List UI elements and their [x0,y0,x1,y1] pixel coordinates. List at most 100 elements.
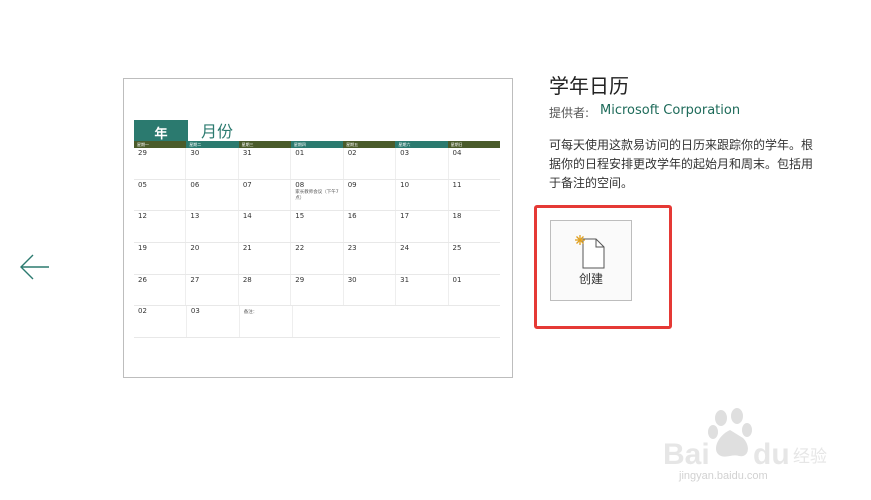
calendar-day-cell: 01 [449,275,500,306]
calendar-week-row: 02 03 备注： [134,306,500,339]
calendar-day-cell: 24 [396,243,449,274]
weekday-header: 星期三 [238,141,291,148]
new-document-icon [574,234,608,270]
calendar-day-cell: 09 [344,179,397,211]
calendar-day-number: 19 [138,244,147,253]
weekday-header: 星期二 [186,141,239,148]
provider-name: Microsoft Corporation [600,103,741,118]
create-button-label: 创建 [578,272,603,286]
calendar-event-note: 家长教师会议（下午7点） [295,189,339,201]
calendar-week-row: 26 27 28 29 30 31 01 [134,274,500,307]
calendar-day-cell: 25 [449,243,500,274]
calendar-day-number: 31 [400,275,410,284]
calendar-day-cell: 31 [396,274,449,306]
weekday-header: 星期四 [290,141,344,148]
template-preview: 年 月份 星期一 星期二 星期三 星期四 星期五 星期六 星期日 29 30 31 01 02 03 0… [123,78,513,378]
calendar-day-cell: 15 [291,211,344,243]
calendar-day-cell: 31 [239,148,292,179]
baidu-logo-icon: Bai du 经验 [661,408,831,471]
calendar-day-cell: 02 [344,148,397,179]
calendar-day-number: 21 [242,244,252,253]
calendar-day-number: 02 [138,307,147,316]
calendar-day-number: 18 [452,212,462,221]
calendar-day-number: 08 [295,180,305,189]
calendar-day-number: 11 [452,180,462,189]
calendar-day-number: 20 [190,244,200,253]
calendar-day-cell: 30 [186,148,239,179]
calendar-day-cell: 23 [344,243,397,274]
calendar-day-number: 13 [190,212,200,221]
weekday-header: 星期一 [134,141,187,148]
calendar-day-number: 03 [190,307,200,316]
calendar-day-number: 10 [400,180,410,189]
calendar-day-number: 05 [138,180,147,189]
calendar-week-row: 05 06 07 08 家长教师会议（下午7点） 09 10 11 [134,179,500,212]
calendar-day-cell: 20 [186,243,239,274]
calendar-day-cell: 02 [134,306,187,338]
calendar-day-cell: 30 [344,274,397,306]
calendar-day-number: 14 [242,212,252,221]
calendar-day-number: 22 [295,244,305,253]
calendar-day-cell: 22 [291,243,344,274]
calendar-day-cell: 备注： [240,306,293,338]
calendar-day-number: 31 [242,149,252,157]
calendar-week-row: 19 20 21 22 23 24 25 [134,243,500,275]
calendar-day-number: 01 [295,149,305,157]
calendar-day-cell: 26 [134,274,187,306]
calendar-day-number: 27 [190,275,200,284]
calendar-day-cell: 03 [187,306,240,338]
back-arrow-icon[interactable] [18,252,52,282]
calendar-day-cell [448,306,500,337]
calendar-day-cell: 11 [449,180,500,211]
weekday-header-row: 星期一 星期二 星期三 星期四 星期五 星期六 星期日 [134,141,500,148]
svg-text:经验: 经验 [793,447,827,467]
calendar-week-row: 12 13 14 15 16 17 18 [134,211,500,244]
calendar-day-cell: 19 [134,243,187,274]
calendar-day-cell: 12 [134,211,187,243]
watermark-url: jingyan.baidu.com [679,470,768,482]
template-title: 学年日历 [549,74,629,98]
calendar-day-cell [344,306,396,337]
calendar-day-number: 07 [242,180,252,189]
svg-text:du: du [753,438,790,470]
calendar-day-cell: 07 [239,179,292,211]
create-button[interactable]: 创建 [550,220,632,301]
calendar-day-cell: 14 [239,211,292,243]
calendar-day-cell: 29 [291,274,344,306]
calendar-day-cell: 27 [186,274,239,306]
calendar-day-cell: 13 [186,211,239,243]
calendar-day-number: 04 [452,149,462,157]
calendar-day-number: 30 [347,275,357,284]
calendar-day-cell: 29 [134,148,187,179]
calendar-day-number: 26 [138,275,147,284]
calendar-day-cell: 01 [291,148,344,179]
calendar-day-cell: 06 [186,179,239,211]
calendar-day-number: 02 [347,149,357,157]
calendar-week-row: 29 30 31 01 02 03 04 [134,148,500,180]
template-description: 可每天使用这款易访问的日历来跟踪你的学年。根据你的日程安排更改学年的起始月和周末… [549,138,814,190]
calendar-day-number: 06 [190,180,200,189]
calendar-day-number: 01 [452,275,462,284]
calendar-day-number: 25 [452,244,462,253]
calendar-notes-label: 备注： [243,310,258,316]
calendar-day-number: 09 [347,180,357,189]
baidu-watermark: Bai du 经验 jingyan.baidu.com [661,408,831,488]
calendar-day-number: 24 [400,244,410,253]
calendar-day-cell: 18 [449,211,500,242]
calendar-day-number: 17 [400,212,410,221]
calendar-day-number: 23 [347,244,357,253]
calendar-day-cell: 08 家长教师会议（下午7点） [291,179,344,211]
calendar-day-cell: 16 [344,211,397,243]
calendar-day-number: 29 [138,149,147,157]
calendar-day-number: 03 [400,149,410,157]
calendar-day-number: 12 [138,212,147,221]
calendar-day-number: 28 [242,275,252,284]
calendar-day-cell: 17 [396,211,449,243]
calendar-weeks: 29 30 31 01 02 03 04 05 06 07 08 家长教师会议（下午7点） 09 10 11… [134,148,500,339]
svg-text:Bai: Bai [663,438,710,470]
calendar-day-cell: 05 [134,179,187,211]
provider-label: 提供者: [549,106,590,120]
calendar-day-number: 30 [190,149,200,157]
calendar-day-cell: 03 [396,148,449,179]
weekday-header: 星期六 [395,141,448,148]
